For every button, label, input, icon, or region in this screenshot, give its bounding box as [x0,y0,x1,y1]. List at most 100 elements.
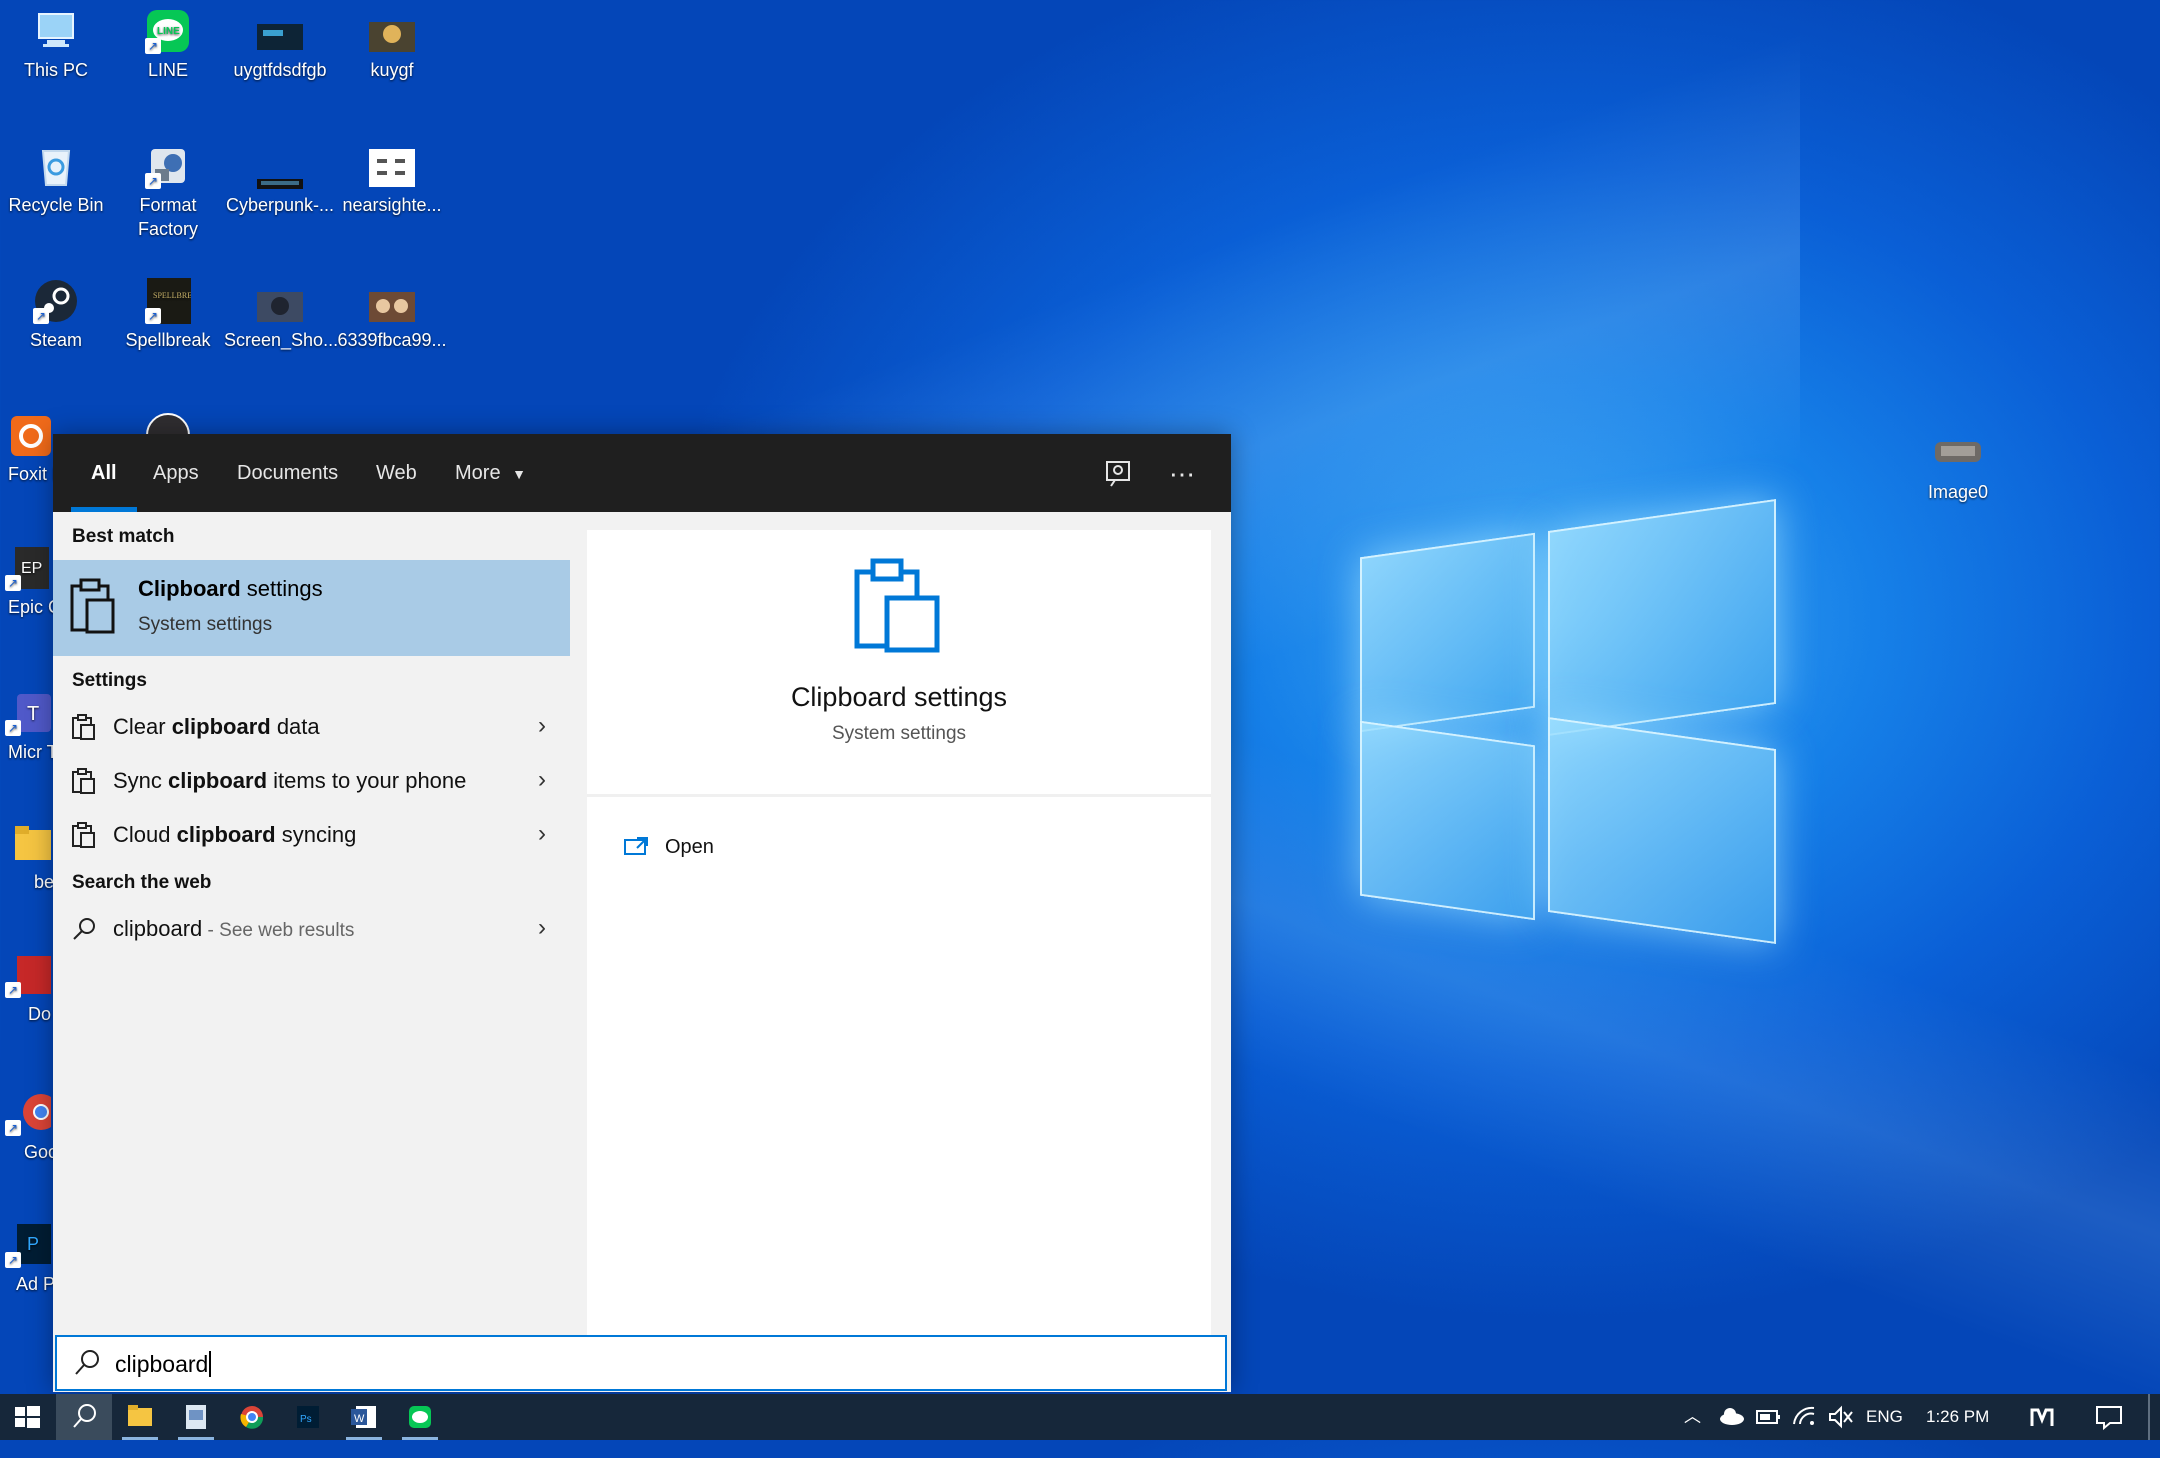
photoshop-icon[interactable]: Ps [280,1394,336,1440]
clock[interactable]: 1:26 PM [1926,1394,1989,1440]
spellbreak-icon: SPELLBREAK ↗ [145,278,204,330]
microsoft-teams-icon: T ↗ [5,690,51,736]
folder-icon [5,820,51,866]
recycle-bin-icon [33,143,79,189]
tab-more-label: More [455,462,501,484]
windows-logo-wallpaper [1355,498,1785,945]
app-tray-icon[interactable] [2028,1394,2056,1440]
desktop-icon-photoshop[interactable]: P ↗ Ad Phot [0,1222,56,1296]
image-file-icon [369,143,415,189]
clipboard-icon [71,822,97,848]
preview-title: Clipboard settings [790,682,1008,712]
more-options-icon[interactable]: ⋯ [1164,456,1200,492]
tab-more[interactable]: More ▼ [455,434,526,512]
image-viewer-icon[interactable] [168,1394,224,1440]
image-file-icon [257,143,303,189]
settings-item-cloud-clipboard[interactable]: Cloud clipboard syncing › [53,808,570,862]
clipboard-icon [69,578,117,634]
settings-item-label: Sync clipboard items to your phone [113,768,467,793]
chevron-right-icon: › [538,914,546,941]
best-match-heading: Best match [72,526,175,547]
search-web-heading: Search the web [72,872,212,893]
best-match-subtitle: System settings [138,614,273,635]
tab-all[interactable]: All [71,434,136,512]
image-file-icon [1935,430,1981,476]
steam-icon: ↗ [33,278,79,324]
image-file-icon [369,8,415,54]
image-file-icon [257,8,303,54]
desktop-icon-steam[interactable]: ↗ Steam [0,278,112,352]
volume-muted-icon[interactable] [1826,1394,1854,1440]
feedback-icon[interactable] [1101,456,1137,492]
desktop-icon-chrome[interactable]: ↗ Goo Chro [0,1090,56,1164]
language-indicator[interactable]: ENG [1866,1394,1903,1440]
desktop-icon-line[interactable]: LINE ↗ LINE [112,8,224,82]
desktop-icon-format-factory[interactable]: ↗ Format Factory [112,143,224,241]
word-icon[interactable]: W [336,1394,392,1440]
search-icon[interactable] [56,1394,112,1440]
preview-subtitle: System settings [831,723,967,744]
desktop-icon-image-nearsighted[interactable]: nearsighte... [336,143,448,217]
tab-web[interactable]: Web [376,434,417,512]
start-icon[interactable] [0,1394,56,1440]
onedrive-icon[interactable] [1718,1394,1746,1440]
svg-text:P: P [27,1234,39,1254]
image-file-icon [369,278,415,324]
this-pc-icon [33,8,79,54]
settings-item-clear-clipboard[interactable]: Clear clipboard data › [53,700,570,754]
clipboard-icon [71,768,97,794]
notification-icon[interactable] [2094,1394,2124,1440]
line-icon[interactable] [392,1394,448,1440]
format-factory-icon: ↗ [145,143,191,189]
svg-text:LINE: LINE [157,26,180,37]
desktop-icon-spellbreak[interactable]: SPELLBREAK ↗ Spellbreak [112,278,224,352]
search-input-value: clipboard [115,1351,212,1378]
search-icon [73,1349,101,1377]
desktop-icon-teams[interactable]: T ↗ Micr Tea [0,690,56,764]
tab-documents[interactable]: Documents [237,434,338,512]
desktop-icon-image-cyberpunk[interactable]: Cyberpunk-... [224,143,336,217]
desktop-icon-folder[interactable]: be [0,820,56,894]
settings-item-sync-clipboard[interactable]: Sync clipboard items to your phone › [53,754,570,808]
foxit-icon [7,412,53,458]
show-desktop-button[interactable] [2148,1394,2150,1440]
desktop-icon-recycle-bin[interactable]: Recycle Bin [0,143,112,217]
caret-down-icon: ▼ [512,466,526,482]
desktop-icon-image-screenshot[interactable]: Screen_Sho... [224,278,338,352]
desktop-icon-image-uygtfdsdfgb[interactable]: uygtfdsdfgb [224,8,336,82]
tab-apps[interactable]: Apps [153,434,199,512]
divider [587,794,1211,797]
desktop-icon-image-kuygf[interactable]: kuygf [336,8,448,82]
search-panel: All Apps Documents Web More ▼ ⋯ Best mat… [53,434,1231,1392]
settings-heading: Settings [72,670,147,691]
photoshop-icon: P ↗ [5,1222,51,1268]
wifi-icon[interactable] [1790,1394,1818,1440]
open-label: Open [665,836,714,858]
web-search-label: clipboard - See web results [113,916,355,941]
chrome-icon[interactable] [224,1394,280,1440]
web-search-item[interactable]: clipboard - See web results › [53,902,570,956]
search-input[interactable]: clipboard [55,1335,1227,1391]
svg-text:W: W [354,1413,365,1425]
desktop-icon-this-pc[interactable]: This PC [0,8,112,82]
svg-text:T: T [27,703,39,725]
best-match-title: Clipboard settings [138,576,323,601]
clipboard-icon [71,714,97,740]
desktop-icon-foxit[interactable]: Foxit I [0,412,60,486]
desktop-icon-image0[interactable]: Image0 [1902,430,2014,504]
battery-icon[interactable] [1754,1394,1782,1440]
desktop-icon-app[interactable]: ↗ Do [0,952,56,1026]
chrome-icon: ↗ [5,1090,56,1136]
chevron-right-icon: › [538,712,546,739]
taskbar: Ps W ︿ ENG 1:26 PM [0,1394,2160,1440]
file-explorer-icon[interactable] [112,1394,168,1440]
best-match-item[interactable]: Clipboard settings System settings [53,560,570,656]
chevron-right-icon: › [538,820,546,847]
chevron-up-icon[interactable]: ︿ [1684,1394,1701,1440]
app-icon: ↗ [5,952,51,998]
settings-item-label: Cloud clipboard syncing [113,822,357,847]
clipboard-icon [853,558,945,654]
desktop-icon-image-6339fbca99[interactable]: 6339fbca99... [336,278,448,352]
desktop-icon-epic-games[interactable]: EP ↗ Epic G Laun [0,545,56,619]
image-file-icon [257,278,303,324]
